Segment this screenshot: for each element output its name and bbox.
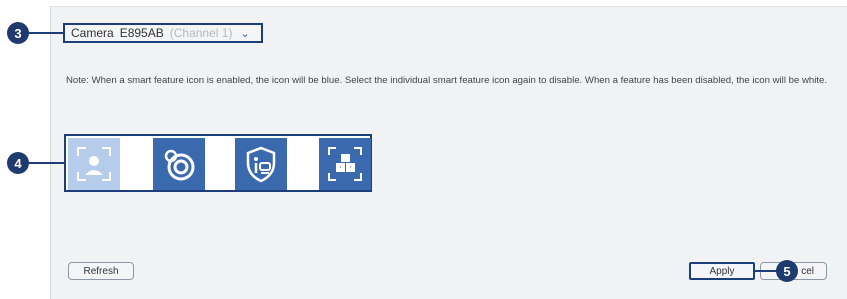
person-detection-icon (77, 147, 111, 181)
callout-3: 3 (7, 22, 29, 44)
camera-select[interactable]: Camera E895AB (Channel 1) ⌄ (63, 23, 263, 43)
callout-5-line (755, 270, 777, 272)
smart-feature-icons (64, 134, 372, 192)
callout-4-line (29, 162, 64, 164)
callout-5-number: 5 (783, 263, 791, 279)
vehicle-detection-icon (246, 146, 276, 183)
camera-value: E895AB (119, 26, 164, 40)
vehicle-detection-toggle[interactable] (235, 138, 287, 190)
camera-label: Camera (71, 26, 114, 40)
apply-button[interactable]: Apply (689, 262, 755, 280)
callout-3-line (29, 32, 63, 34)
note-text: Note: When a smart feature icon is enabl… (66, 75, 828, 86)
object-detection-icon (328, 147, 362, 181)
object-detection-toggle[interactable] (319, 138, 371, 190)
callout-3-number: 3 (14, 25, 22, 41)
callout-5: 5 (776, 260, 798, 282)
person-detection-toggle[interactable] (68, 138, 120, 190)
face-recognition-toggle[interactable] (153, 138, 205, 190)
camera-channel: (Channel 1) (169, 26, 233, 40)
chevron-down-icon[interactable]: ⌄ (240, 27, 249, 40)
callout-4: 4 (7, 152, 29, 174)
face-recognition-icon (164, 149, 195, 181)
callout-4-number: 4 (14, 155, 22, 171)
refresh-button[interactable]: Refresh (68, 262, 134, 280)
